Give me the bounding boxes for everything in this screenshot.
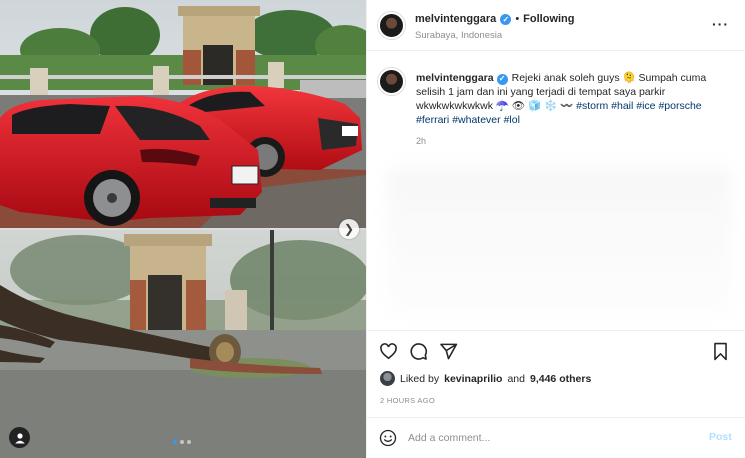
bookmark-icon <box>713 342 727 360</box>
share-button[interactable] <box>438 341 458 361</box>
caption-username-link[interactable]: melvintenggara <box>416 72 494 84</box>
location-link[interactable]: Surabaya, Indonesia <box>415 30 502 41</box>
likes-and: and <box>507 372 525 385</box>
likes-count-link[interactable]: 9,446 others <box>530 373 591 385</box>
comment-icon <box>410 342 427 360</box>
comments-placeholder <box>387 167 732 317</box>
post-media[interactable]: ❯ <box>0 0 366 458</box>
emoji-icon[interactable] <box>379 429 397 447</box>
user-icon <box>14 432 25 443</box>
like-button[interactable] <box>378 341 398 361</box>
hashtag-link[interactable]: #porsche <box>658 100 701 112</box>
carousel-dot <box>180 440 184 444</box>
more-horizontal-icon[interactable]: ··· <box>712 16 729 32</box>
photo-fallen-tree-storm <box>0 230 366 458</box>
post-side-panel: melvintenggara ✓ • Following Surabaya, I… <box>366 0 745 458</box>
send-icon <box>439 343 457 359</box>
avatar[interactable] <box>378 12 405 39</box>
carousel-dot <box>173 440 177 444</box>
likes-summary: Liked by kevinaprilio and 9,446 others <box>380 371 591 386</box>
caption-timestamp[interactable]: 2h <box>416 136 426 146</box>
instagram-post: ❯ melvintenggara ✓ • Following Surabaya,… <box>0 0 745 458</box>
caption-text: melvintenggara ✓ Rejeki anak soleh guys 🫠 … <box>416 71 734 127</box>
verified-badge-icon: ✓ <box>496 73 508 85</box>
chevron-right-icon: ❯ <box>343 222 355 236</box>
tagged-users-button[interactable] <box>9 427 30 448</box>
comment-button[interactable] <box>408 341 428 361</box>
username-link[interactable]: melvintenggara <box>415 13 496 25</box>
caption-avatar[interactable] <box>378 68 405 95</box>
save-button[interactable] <box>710 341 730 361</box>
heart-icon <box>379 342 397 359</box>
carousel-dot <box>187 440 191 444</box>
liker-avatar[interactable] <box>380 371 395 386</box>
comment-input[interactable] <box>408 429 698 447</box>
posted-time[interactable]: 2 HOURS AGO <box>380 396 435 405</box>
comment-bar: Post <box>367 417 745 458</box>
verified-badge-icon: ✓ <box>500 13 512 25</box>
hashtag-link[interactable]: #ice <box>636 100 655 112</box>
post-comment-button[interactable]: Post <box>709 431 732 443</box>
header-user-line: melvintenggara ✓ • Following <box>415 13 575 25</box>
post-header: melvintenggara ✓ • Following Surabaya, I… <box>367 0 745 51</box>
carousel-indicator <box>173 440 191 444</box>
separator-dot: • <box>515 13 520 25</box>
hashtag-link[interactable]: #ferrari <box>416 114 449 126</box>
carousel-next-button[interactable]: ❯ <box>339 219 359 239</box>
hashtag-link[interactable]: #whatever <box>452 114 500 126</box>
following-button[interactable]: Following <box>523 13 574 25</box>
hashtag-link[interactable]: #lol <box>504 114 520 126</box>
action-bar <box>367 330 745 366</box>
liker-username-link[interactable]: kevinaprilio <box>444 373 502 385</box>
likes-prefix: Liked by <box>400 372 440 385</box>
photo-red-sports-cars <box>0 0 366 228</box>
caption-area: melvintenggara ✓ Rejeki anak soleh guys 🫠 … <box>367 52 745 330</box>
hashtag-link[interactable]: #hail <box>611 100 633 112</box>
hashtag-link[interactable]: #storm <box>576 100 608 112</box>
